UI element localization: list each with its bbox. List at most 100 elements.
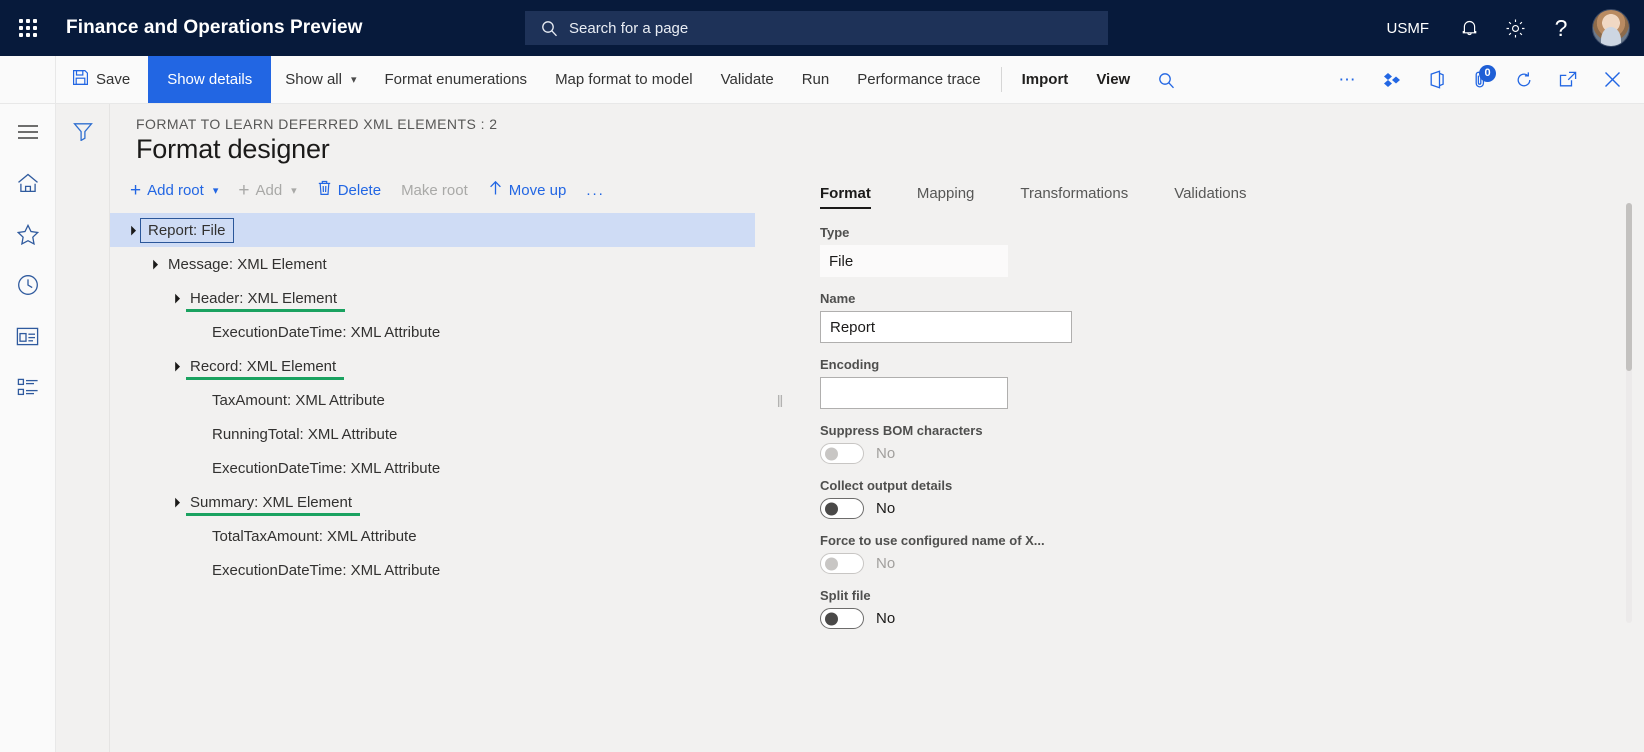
show-all-dropdown[interactable]: Show all ▾ [271,56,370,103]
tree-node-label: Summary: XML Element [184,492,358,513]
expand-collapse-triangle-icon[interactable]: ◢ [143,254,164,275]
splitter-handle: ‖ [776,392,781,412]
field-label: Suppress BOM characters [820,423,1644,438]
field-label: Encoding [820,357,1644,372]
toggle-switch [820,553,864,574]
pane-splitter[interactable]: ‖ [772,171,786,752]
add-button[interactable]: + Add ▾ [228,176,306,205]
navigation-rail [0,104,56,752]
run-button[interactable]: Run [788,56,844,103]
tree-node[interactable]: ExecutionDateTime: XML Attribute [110,315,772,349]
map-format-to-model-button[interactable]: Map format to model [541,56,707,103]
tree-node[interactable]: ExecutionDateTime: XML Attribute [110,553,772,587]
tree-node[interactable]: ExecutionDateTime: XML Attribute [110,451,772,485]
delete-button[interactable]: Delete [307,175,391,205]
global-search-placeholder: Search for a page [569,20,688,37]
toggle-value-label: No [876,445,895,462]
trash-icon [317,180,332,200]
modules-list-icon[interactable] [8,373,48,401]
tab-format[interactable]: Format [820,181,893,211]
performance-trace-label: Performance trace [857,71,980,88]
details-scrollbar[interactable] [1626,203,1632,623]
share-diamond-icon[interactable] [1370,56,1414,104]
attachments-paperclip-icon[interactable]: 0 [1458,56,1502,104]
format-tree-pane: + Add root ▾ + Add ▾ [110,171,772,752]
type-readonly-value: File [820,245,1008,277]
tree-node[interactable]: TaxAmount: XML Attribute [110,383,772,417]
tree-node[interactable]: ◢Message: XML Element [110,247,772,281]
page-body: FORMAT TO LEARN DEFERRED XML ELEMENTS : … [0,104,1644,752]
import-menu[interactable]: Import [1008,56,1083,103]
more-ellipsis-icon[interactable]: ⋯ [1326,56,1370,104]
home-icon[interactable] [8,169,48,197]
settings-gear-icon[interactable] [1492,0,1538,56]
help-question-icon[interactable]: ? [1538,0,1584,56]
tree-node[interactable]: ◢Record: XML Element [110,349,772,383]
format-enumerations-button[interactable]: Format enumerations [371,56,542,103]
encoding-input[interactable] [820,377,1008,409]
tree-node[interactable]: RunningTotal: XML Attribute [110,417,772,451]
filter-funnel-icon[interactable] [65,116,101,146]
tree-node[interactable]: TotalTaxAmount: XML Attribute [110,519,772,553]
toggle-value-label: No [876,500,895,517]
refresh-icon[interactable] [1502,56,1546,104]
office-open-icon[interactable] [1414,56,1458,104]
arrow-up-icon [488,180,503,200]
expand-collapse-triangle-icon[interactable]: ◢ [165,288,186,309]
view-menu[interactable]: View [1082,56,1144,103]
tab-mapping[interactable]: Mapping [917,181,997,211]
save-label: Save [96,71,130,88]
hamburger-menu-icon[interactable] [8,118,48,146]
tree-node-label: Header: XML Element [184,288,343,309]
tree-toolbar-overflow-button[interactable]: ... [576,177,615,204]
command-bar-divider [1001,67,1002,92]
format-tree[interactable]: ◢Report: File◢Message: XML Element◢Heade… [110,211,772,587]
plus-icon: + [130,181,141,200]
expand-collapse-triangle-icon[interactable]: ◢ [165,356,186,377]
show-details-label: Show details [167,71,252,88]
tab-validations[interactable]: Validations [1174,181,1268,211]
tree-node-label: RunningTotal: XML Attribute [206,424,403,445]
field-group: Suppress BOM characters No [820,423,1644,464]
tree-node[interactable]: ◢Summary: XML Element [110,485,772,519]
app-launcher-icon[interactable] [0,0,56,56]
toggle-row: No [820,498,1644,519]
field-label: Type [820,225,1644,240]
toggle-switch[interactable] [820,608,864,629]
company-selector[interactable]: USMF [1370,0,1447,56]
filter-rail [56,104,110,752]
open-in-new-window-icon[interactable] [1546,56,1590,104]
page-header: FORMAT TO LEARN DEFERRED XML ELEMENTS : … [110,104,1644,165]
command-bar: Save Show details Show all ▾ Format enum… [0,56,1644,104]
tree-node-label: Report: File [140,218,234,243]
show-details-button[interactable]: Show details [148,56,271,103]
plus-icon: + [238,181,249,200]
top-bar-right-group: USMF ? [1370,0,1644,56]
tree-node[interactable]: ◢Header: XML Element [110,281,772,315]
make-root-button[interactable]: Make root [391,177,478,204]
star-icon[interactable] [8,220,48,248]
tree-node-label: ExecutionDateTime: XML Attribute [206,322,446,343]
workspaces-icon[interactable] [8,322,48,350]
tree-node[interactable]: ◢Report: File [110,213,755,247]
performance-trace-button[interactable]: Performance trace [843,56,994,103]
notifications-bell-icon[interactable] [1446,0,1492,56]
close-icon[interactable] [1590,56,1634,104]
name-input[interactable]: Report [820,311,1072,343]
add-root-button[interactable]: + Add root ▾ [120,176,228,205]
avatar[interactable] [1584,0,1630,56]
move-up-label: Move up [509,182,567,199]
toggle-switch[interactable] [820,498,864,519]
save-button[interactable]: Save [56,56,148,103]
expand-collapse-triangle-icon[interactable]: ◢ [121,220,142,241]
expand-collapse-triangle-icon[interactable]: ◢ [165,492,186,513]
add-label: Add [255,182,282,199]
tab-transformations[interactable]: Transformations [1020,181,1150,211]
chevron-down-icon: ▾ [291,184,297,197]
move-up-button[interactable]: Move up [478,175,577,205]
validate-button[interactable]: Validate [707,56,788,103]
tree-node-label: Record: XML Element [184,356,342,377]
global-search-box[interactable]: Search for a page [525,11,1108,45]
command-search-icon[interactable] [1144,56,1188,104]
clock-icon[interactable] [8,271,48,299]
